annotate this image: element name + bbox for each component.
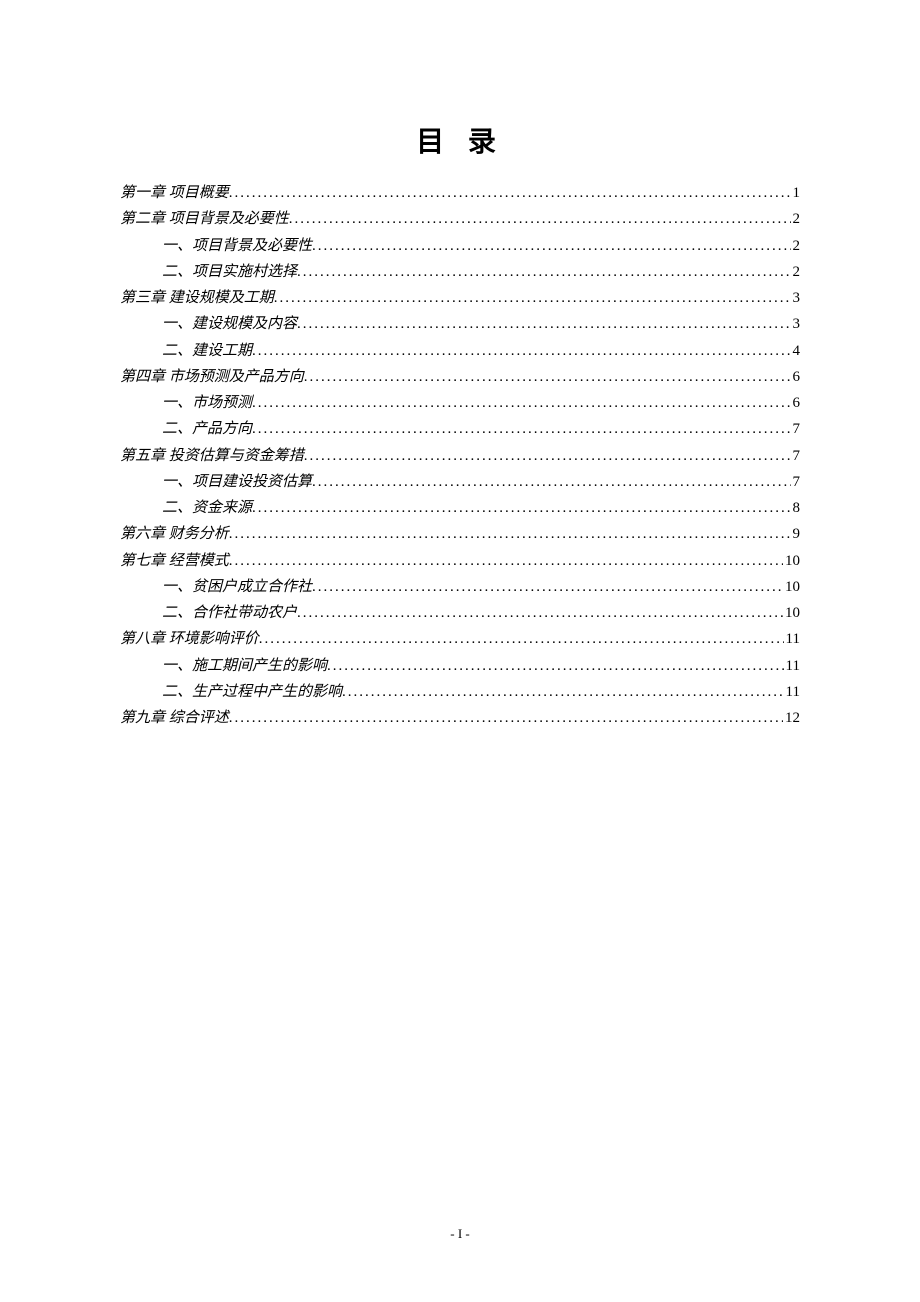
toc-entry-label: 二、合作社带动农户 [162, 600, 297, 626]
toc-entry-label: 第八章 环境影响评价 [120, 626, 259, 652]
toc-entry-page: 10 [783, 574, 800, 600]
toc-dots [229, 548, 783, 574]
toc-entry-label: 二、资金来源 [162, 495, 252, 521]
toc-entry: 二、资金来源 8 [120, 495, 800, 521]
toc-dots [252, 495, 790, 521]
toc-entry-page: 3 [791, 285, 801, 311]
toc-entry-label: 一、项目背景及必要性 [162, 233, 312, 259]
toc-dots [304, 443, 791, 469]
toc-entry: 第八章 环境影响评价 11 [120, 626, 800, 652]
toc-entry: 第三章 建设规模及工期 3 [120, 285, 800, 311]
toc-dots [304, 364, 791, 390]
toc-entry-label: 第五章 投资估算与资金筹措 [120, 443, 304, 469]
toc-dots [297, 600, 783, 626]
toc-entry-page: 7 [791, 469, 801, 495]
toc-entry-label: 一、市场预测 [162, 390, 252, 416]
toc-entry: 第五章 投资估算与资金筹措 7 [120, 443, 800, 469]
toc-entry-label: 第六章 财务分析 [120, 521, 229, 547]
toc-entry-page: 9 [791, 521, 801, 547]
toc-entry-page: 7 [791, 443, 801, 469]
toc-entry-page: 11 [784, 626, 800, 652]
toc-dots [312, 233, 790, 259]
toc-entry-label: 第九章 综合评述 [120, 705, 229, 731]
toc-dots [327, 653, 784, 679]
toc-entry-label: 二、项目实施村选择 [162, 259, 297, 285]
toc-entry-label: 二、生产过程中产生的影响 [162, 679, 342, 705]
toc-entry-label: 一、施工期间产生的影响 [162, 653, 327, 679]
toc-entry: 二、项目实施村选择 2 [120, 259, 800, 285]
toc-dots [289, 206, 791, 232]
toc-dots [259, 626, 784, 652]
toc-entry: 一、市场预测 6 [120, 390, 800, 416]
toc-entry: 二、合作社带动农户 10 [120, 600, 800, 626]
toc-entry: 第七章 经营模式 10 [120, 548, 800, 574]
toc-entry-page: 4 [791, 338, 801, 364]
toc-entry-page: 8 [791, 495, 801, 521]
page-footer: - I - [0, 1226, 920, 1242]
toc-dots [229, 180, 791, 206]
toc-dots [342, 679, 784, 705]
toc-entry: 第四章 市场预测及产品方向 6 [120, 364, 800, 390]
toc-entry-label: 一、项目建设投资估算 [162, 469, 312, 495]
toc-dots [252, 338, 790, 364]
toc-entry-page: 3 [791, 311, 801, 337]
toc-entry-page: 1 [791, 180, 801, 206]
toc-entry: 一、项目建设投资估算 7 [120, 469, 800, 495]
toc-entry: 一、贫困户成立合作社 10 [120, 574, 800, 600]
toc-entry-page: 11 [784, 679, 800, 705]
toc-entry-page: 12 [783, 705, 800, 731]
toc-entry-page: 10 [783, 548, 800, 574]
toc-entry: 第九章 综合评述 12 [120, 705, 800, 731]
toc-entry: 第六章 财务分析 9 [120, 521, 800, 547]
toc-entry: 第一章 项目概要 1 [120, 180, 800, 206]
toc-entry-label: 第三章 建设规模及工期 [120, 285, 274, 311]
toc-entry: 一、建设规模及内容 3 [120, 311, 800, 337]
page-title: 目 录 [120, 120, 800, 160]
toc-entry-page: 10 [783, 600, 800, 626]
toc-dots [312, 574, 783, 600]
toc-entry-page: 2 [791, 233, 801, 259]
toc-entry-label: 一、贫困户成立合作社 [162, 574, 312, 600]
toc-entry: 第二章 项目背景及必要性 2 [120, 206, 800, 232]
toc-container: 第一章 项目概要1第二章 项目背景及必要性2一、项目背景及必要性 2二、项目实施… [120, 180, 800, 731]
toc-entry: 一、施工期间产生的影响 11 [120, 653, 800, 679]
toc-entry-label: 第七章 经营模式 [120, 548, 229, 574]
toc-entry-page: 11 [784, 653, 800, 679]
toc-dots [274, 285, 791, 311]
toc-entry: 一、项目背景及必要性 2 [120, 233, 800, 259]
toc-dots [229, 521, 791, 547]
toc-entry-label: 二、产品方向 [162, 416, 252, 442]
toc-entry-page: 2 [791, 206, 801, 232]
toc-entry-page: 6 [791, 364, 801, 390]
toc-dots [252, 390, 790, 416]
toc-dots [297, 311, 790, 337]
toc-entry-label: 一、建设规模及内容 [162, 311, 297, 337]
toc-entry-label: 二、建设工期 [162, 338, 252, 364]
toc-entry-label: 第四章 市场预测及产品方向 [120, 364, 304, 390]
toc-entry-page: 2 [791, 259, 801, 285]
toc-entry: 二、建设工期 4 [120, 338, 800, 364]
toc-entry: 二、产品方向 7 [120, 416, 800, 442]
toc-entry-label: 第二章 项目背景及必要性 [120, 206, 289, 232]
toc-entry-page: 6 [791, 390, 801, 416]
toc-entry-label: 第一章 项目概要 [120, 180, 229, 206]
toc-dots [297, 259, 790, 285]
toc-dots [312, 469, 790, 495]
toc-dots [252, 416, 790, 442]
toc-dots [229, 705, 783, 731]
toc-entry-page: 7 [791, 416, 801, 442]
toc-entry: 二、生产过程中产生的影响 11 [120, 679, 800, 705]
